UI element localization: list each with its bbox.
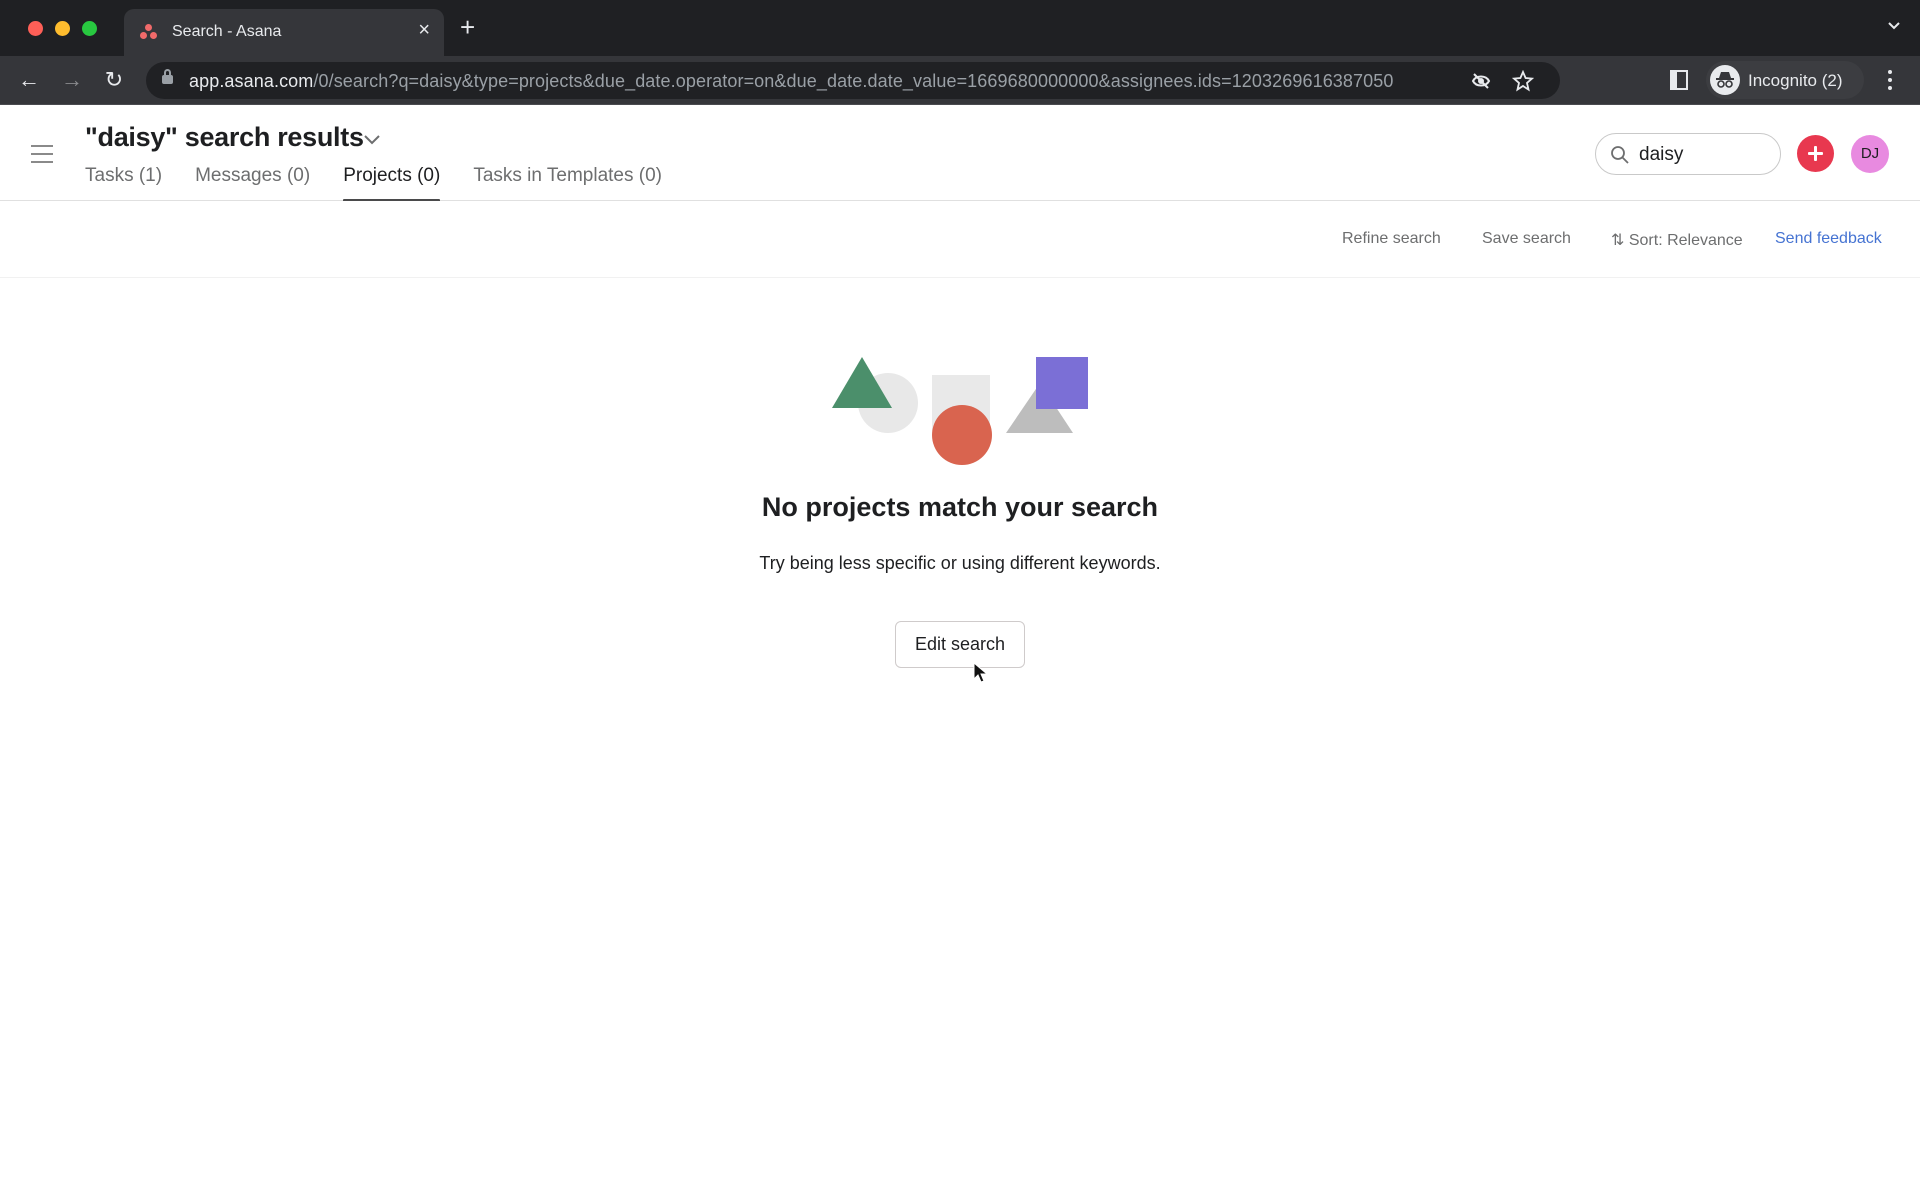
new-tab-icon[interactable]: + (460, 14, 475, 40)
hamburger-menu-icon[interactable] (31, 145, 53, 163)
incognito-icon (1710, 65, 1740, 95)
address-bar[interactable]: app.asana.com/0/search?q=daisy&type=proj… (146, 62, 1560, 99)
browser-tab-bar: Search - Asana × + (0, 0, 1920, 56)
tab-tasks[interactable]: Tasks (1) (85, 165, 162, 201)
tab-close-icon[interactable]: × (418, 19, 430, 42)
avatar[interactable]: DJ (1851, 135, 1889, 173)
search-input[interactable]: daisy (1595, 133, 1781, 175)
page-header: "daisy" search results Tasks (1) Message… (0, 105, 1920, 202)
search-input-value: daisy (1639, 144, 1684, 165)
empty-state-illustration (832, 357, 1088, 465)
quick-add-button[interactable] (1797, 135, 1834, 172)
asana-logo-icon (140, 24, 158, 40)
tab-projects[interactable]: Projects (0) (343, 165, 441, 202)
red-circle-shape (932, 405, 992, 465)
page-title: "daisy" search results (85, 122, 364, 152)
mouse-cursor-icon (973, 662, 989, 683)
eye-off-icon[interactable] (1470, 70, 1492, 92)
browser-tab[interactable]: Search - Asana × (124, 9, 444, 56)
empty-state-subtitle: Try being less specific or using differe… (759, 553, 1161, 573)
browser-tab-title: Search - Asana (172, 23, 282, 40)
sort-button[interactable]: ⇅ Sort: Relevance (1611, 230, 1743, 250)
tab-messages[interactable]: Messages (0) (195, 165, 310, 201)
incognito-profile-button[interactable]: Incognito (2) (1706, 61, 1864, 99)
edit-search-button[interactable]: Edit search (895, 621, 1025, 668)
tab-tasks-in-templates[interactable]: Tasks in Templates (0) (473, 165, 662, 201)
browser-toolbar: ← → ↻ app.asana.com/0/search?q=daisy&typ… (0, 56, 1920, 105)
url-text[interactable]: app.asana.com/0/search?q=daisy&type=proj… (189, 71, 1393, 92)
window-close-button[interactable] (28, 21, 43, 36)
star-icon[interactable] (1512, 70, 1534, 92)
arrow-left-icon[interactable]: ← (17, 68, 41, 92)
reload-icon[interactable]: ↻ (102, 68, 126, 92)
sort-icon: ⇅ (1611, 232, 1629, 249)
sort-label: Sort: Relevance (1628, 232, 1743, 249)
save-search-button[interactable]: Save search (1482, 230, 1571, 248)
search-result-tabs: Tasks (1) Messages (0) Projects (0) Task… (85, 165, 695, 202)
search-icon (1611, 146, 1629, 164)
send-feedback-link[interactable]: Send feedback (1775, 230, 1882, 248)
incognito-label: Incognito (2) (1748, 71, 1843, 90)
side-panel-icon[interactable] (1670, 70, 1688, 90)
lock-icon (162, 69, 173, 84)
chevron-down-icon[interactable] (362, 129, 382, 149)
window-minimize-button[interactable] (55, 21, 70, 36)
kebab-icon[interactable] (1884, 68, 1896, 92)
chevron-down-icon[interactable] (1888, 20, 1900, 32)
refine-search-button[interactable]: Refine search (1342, 230, 1441, 248)
arrow-right-icon[interactable]: → (60, 68, 84, 92)
purple-square-shape (1036, 357, 1088, 409)
empty-state-heading: No projects match your search (761, 492, 1159, 522)
window-maximize-button[interactable] (82, 21, 97, 36)
search-actions-bar: Refine search Save search ⇅ Sort: Releva… (0, 201, 1920, 278)
